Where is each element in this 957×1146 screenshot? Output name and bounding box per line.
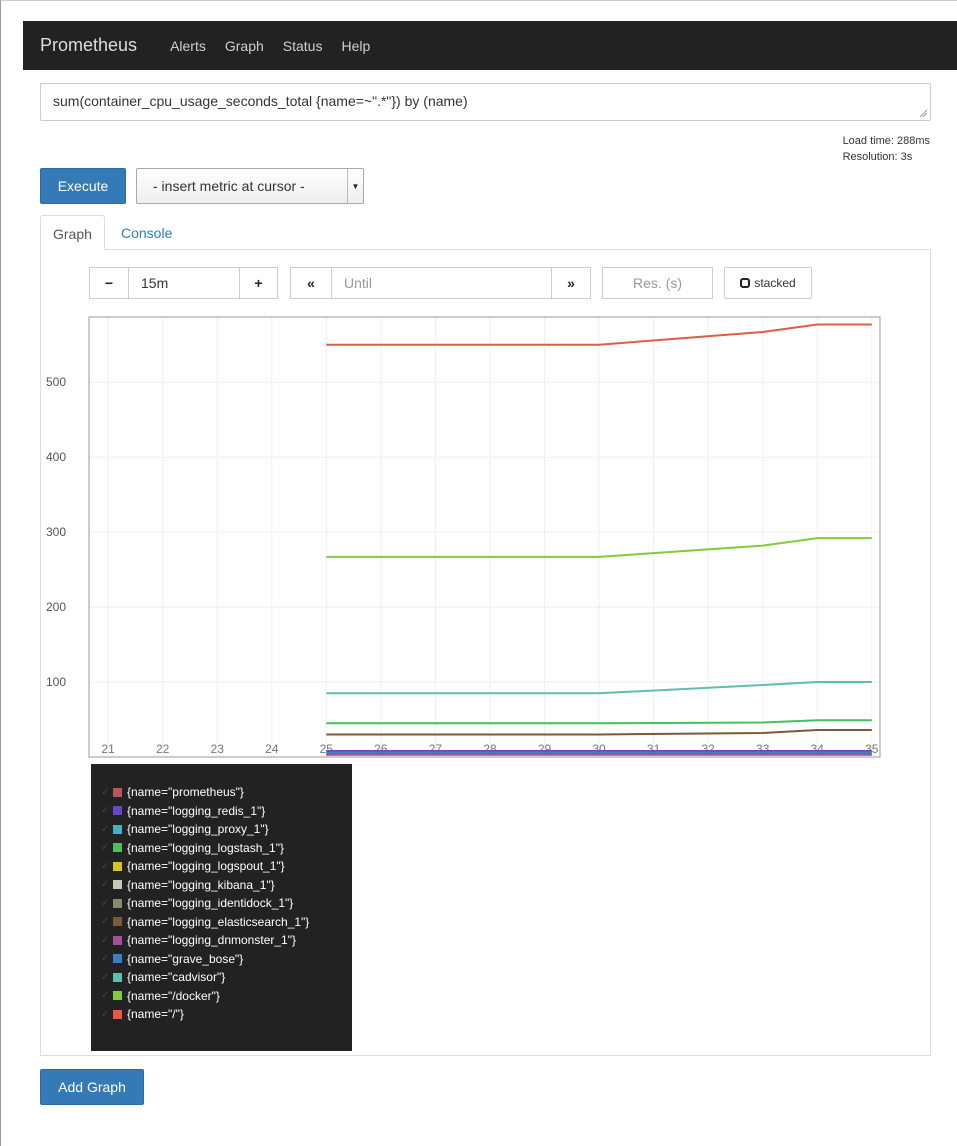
y-tick-label: 300 (46, 525, 66, 539)
legend-label: {name="prometheus"} (127, 785, 244, 800)
legend-label: {name="logging_logspout_1"} (127, 859, 285, 874)
legend-swatch (113, 898, 122, 908)
legend-item[interactable]: ✓ {name="logging_logspout_1"} (91, 857, 352, 876)
check-icon: ✓ (101, 1008, 110, 1020)
check-icon: ✓ (101, 879, 110, 891)
legend-item[interactable]: ✓ {name="logging_kibana_1"} (91, 876, 352, 895)
legend-swatch (113, 991, 122, 1001)
x-tick-label: 22 (156, 742, 170, 756)
series-line-name-logging-elasticsearch-1 (326, 729, 872, 736)
legend-item[interactable]: ✓ {name="logging_logstash_1"} (91, 839, 352, 858)
legend-label: {name="/docker"} (127, 988, 220, 1003)
check-icon: ✓ (101, 916, 110, 928)
legend-item[interactable]: ✓ {name="logging_elasticsearch_1"} (91, 913, 352, 932)
legend-swatch (113, 806, 122, 816)
legend-label: {name="logging_elasticsearch_1"} (127, 914, 310, 929)
legend-item[interactable]: ✓ {name="grave_bose"} (91, 950, 352, 969)
legend-label: {name="logging_dnmonster_1"} (127, 933, 296, 948)
check-icon: ✓ (101, 786, 110, 798)
y-axis-ticks: 100 200 300 400 500 (46, 375, 66, 689)
legend-swatch (113, 1009, 122, 1019)
legend-swatch (113, 917, 122, 927)
legend-swatch (113, 824, 122, 834)
chart-grid (89, 317, 880, 757)
legend-swatch (113, 954, 122, 964)
legend-item[interactable]: ✓ {name="logging_redis_1"} (91, 802, 352, 821)
legend-label: {name="logging_kibana_1"} (127, 877, 275, 892)
legend-label: {name="logging_proxy_1"} (127, 822, 269, 837)
add-graph-button[interactable]: Add Graph (40, 1069, 144, 1105)
legend-swatch (113, 843, 122, 853)
y-tick-label: 500 (46, 375, 66, 389)
legend-item[interactable]: ✓ {name="prometheus"} (91, 783, 352, 802)
legend-item[interactable]: ✓ {name="/docker"} (91, 987, 352, 1006)
check-icon: ✓ (101, 990, 110, 1002)
legend-item[interactable]: ✓ {name="logging_dnmonster_1"} (91, 931, 352, 950)
legend-label: {name="logging_redis_1"} (127, 803, 266, 818)
legend-label: {name="logging_identidock_1"} (127, 896, 294, 911)
legend-swatch (113, 861, 122, 871)
legend-label: {name="grave_bose"} (127, 951, 244, 966)
legend-item[interactable]: ✓ {name="cadvisor"} (91, 968, 352, 987)
check-icon: ✓ (101, 842, 110, 854)
y-tick-label: 400 (46, 450, 66, 464)
legend-swatch (113, 880, 122, 890)
legend-label: {name="/"} (127, 1007, 184, 1022)
check-icon: ✓ (101, 971, 110, 983)
y-tick-label: 100 (46, 675, 66, 689)
x-tick-label: 21 (101, 742, 115, 756)
check-icon: ✓ (101, 805, 110, 817)
page: Prometheus Alerts Graph Status Help sum(… (0, 0, 957, 1146)
y-tick-label: 200 (46, 600, 66, 614)
legend-swatch (113, 935, 122, 945)
check-icon: ✓ (101, 953, 110, 965)
legend-swatch (113, 972, 122, 982)
check-icon: ✓ (101, 934, 110, 946)
check-icon: ✓ (101, 823, 110, 835)
x-tick-label: 23 (211, 742, 225, 756)
plot-frame (88, 316, 881, 758)
check-icon: ✓ (101, 860, 110, 872)
legend-item[interactable]: ✓ {name="logging_proxy_1"} (91, 820, 352, 839)
legend-label: {name="logging_logstash_1"} (127, 840, 284, 855)
legend-label: {name="cadvisor"} (127, 970, 226, 985)
legend-item[interactable]: ✓ {name="/"} (91, 1005, 352, 1024)
chart-legend: ✓ {name="prometheus"} ✓ {name="logging_redi… (91, 764, 352, 1051)
legend-swatch (113, 787, 122, 797)
check-icon: ✓ (101, 897, 110, 909)
legend-item[interactable]: ✓ {name="logging_identidock_1"} (91, 894, 352, 913)
x-tick-label: 24 (265, 742, 279, 756)
